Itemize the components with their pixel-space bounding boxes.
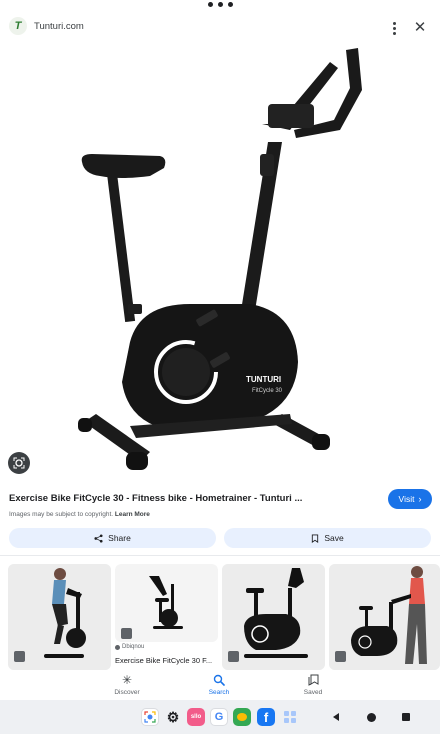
- lens-icon: [13, 457, 25, 469]
- app-window: T Tunturi.com ✕ TUNTURI FitCycle 30 Exer…: [0, 0, 440, 734]
- related-caption: Exercise Bike FitCycle 30 F...: [115, 656, 213, 665]
- hero-brand-text: TUNTURI: [246, 375, 281, 384]
- nav-discover-label: Discover: [114, 689, 140, 696]
- grid-icon: [284, 711, 296, 723]
- home-button[interactable]: [364, 710, 378, 724]
- recents-button[interactable]: [399, 710, 413, 724]
- home-circle-icon: [366, 712, 376, 722]
- visual-search-button[interactable]: [8, 452, 30, 474]
- result-title[interactable]: Exercise Bike FitCycle 30 - Fitness bike…: [9, 493, 309, 504]
- related-card[interactable]: [222, 564, 325, 670]
- facebook-app-icon[interactable]: f: [257, 708, 275, 726]
- header: T Tunturi.com ✕: [0, 14, 440, 42]
- bottom-navigation: ✳ Discover Search Saved: [0, 672, 440, 700]
- close-icon[interactable]: ✕: [412, 20, 428, 36]
- nav-saved[interactable]: Saved: [283, 672, 343, 700]
- learn-more-link[interactable]: Learn More: [115, 511, 150, 518]
- share-label: Share: [108, 533, 131, 543]
- nav-search[interactable]: Search: [189, 672, 249, 700]
- google-app-icon[interactable]: G: [210, 708, 228, 726]
- settings-app-icon[interactable]: ⚙: [164, 708, 182, 726]
- divider: [0, 555, 440, 556]
- image-badge-icon: [14, 651, 25, 662]
- apps-grid-icon[interactable]: [281, 708, 299, 726]
- back-triangle-icon: [333, 713, 339, 721]
- hero-image[interactable]: TUNTURI FitCycle 30: [0, 42, 440, 482]
- related-card[interactable]: [8, 564, 111, 670]
- source-favicon-icon: [115, 644, 120, 650]
- recents-square-icon: [402, 713, 410, 721]
- sololearn-text: sllo: [190, 714, 202, 720]
- nav-saved-label: Saved: [303, 689, 323, 696]
- site-name[interactable]: Tunturi.com: [34, 21, 84, 32]
- nav-discover[interactable]: ✳ Discover: [97, 672, 157, 700]
- camera-lens-icon: [144, 711, 156, 723]
- sololearn-app-icon[interactable]: sllo: [187, 708, 205, 726]
- lens-app-icon[interactable]: [141, 708, 159, 726]
- google-letter: G: [214, 711, 224, 723]
- asterisk-icon: ✳: [121, 673, 133, 687]
- bookmark-icon: [312, 533, 319, 543]
- drag-handle[interactable]: [0, 2, 440, 12]
- related-results: Dbiqnou Exercise Bike FitCycle 30 F...: [8, 564, 440, 670]
- share-icon: [94, 533, 103, 543]
- save-label: Save: [324, 533, 344, 543]
- related-card[interactable]: Dbiqnou Exercise Bike FitCycle 30 F...: [115, 564, 218, 670]
- related-source: Dbiqnou: [115, 644, 144, 650]
- related-source-label: Dbiqnou: [122, 644, 145, 650]
- related-card[interactable]: [329, 564, 440, 670]
- site-logo-letter: T: [14, 20, 22, 32]
- copyright-notice: Images may be subject to copyright. Lear…: [9, 511, 150, 518]
- bookmark-stack-icon: [308, 674, 318, 686]
- image-badge-icon: [121, 628, 132, 639]
- visit-label: Visit: [398, 494, 415, 504]
- facebook-letter: f: [263, 709, 269, 725]
- visit-button[interactable]: Visit ›: [388, 489, 432, 509]
- site-logo-icon: T: [9, 17, 27, 35]
- copyright-text: Images may be subject to copyright.: [9, 511, 114, 518]
- image-badge-icon: [228, 651, 239, 662]
- share-button[interactable]: Share: [9, 528, 216, 548]
- hero-model-text: FitCycle 30: [252, 388, 283, 394]
- gear-icon: ⚙: [166, 708, 180, 725]
- photos-app-icon[interactable]: [233, 708, 251, 726]
- leaf-icon: [237, 713, 247, 721]
- save-button[interactable]: Save: [224, 528, 431, 548]
- nav-search-label: Search: [208, 689, 230, 696]
- back-button[interactable]: [329, 710, 343, 724]
- more-options-icon[interactable]: [386, 20, 402, 36]
- chevron-right-icon: ›: [418, 494, 422, 504]
- system-taskbar: ⚙ sllo G f: [0, 700, 440, 734]
- image-badge-icon: [335, 651, 346, 662]
- search-icon: [213, 674, 225, 686]
